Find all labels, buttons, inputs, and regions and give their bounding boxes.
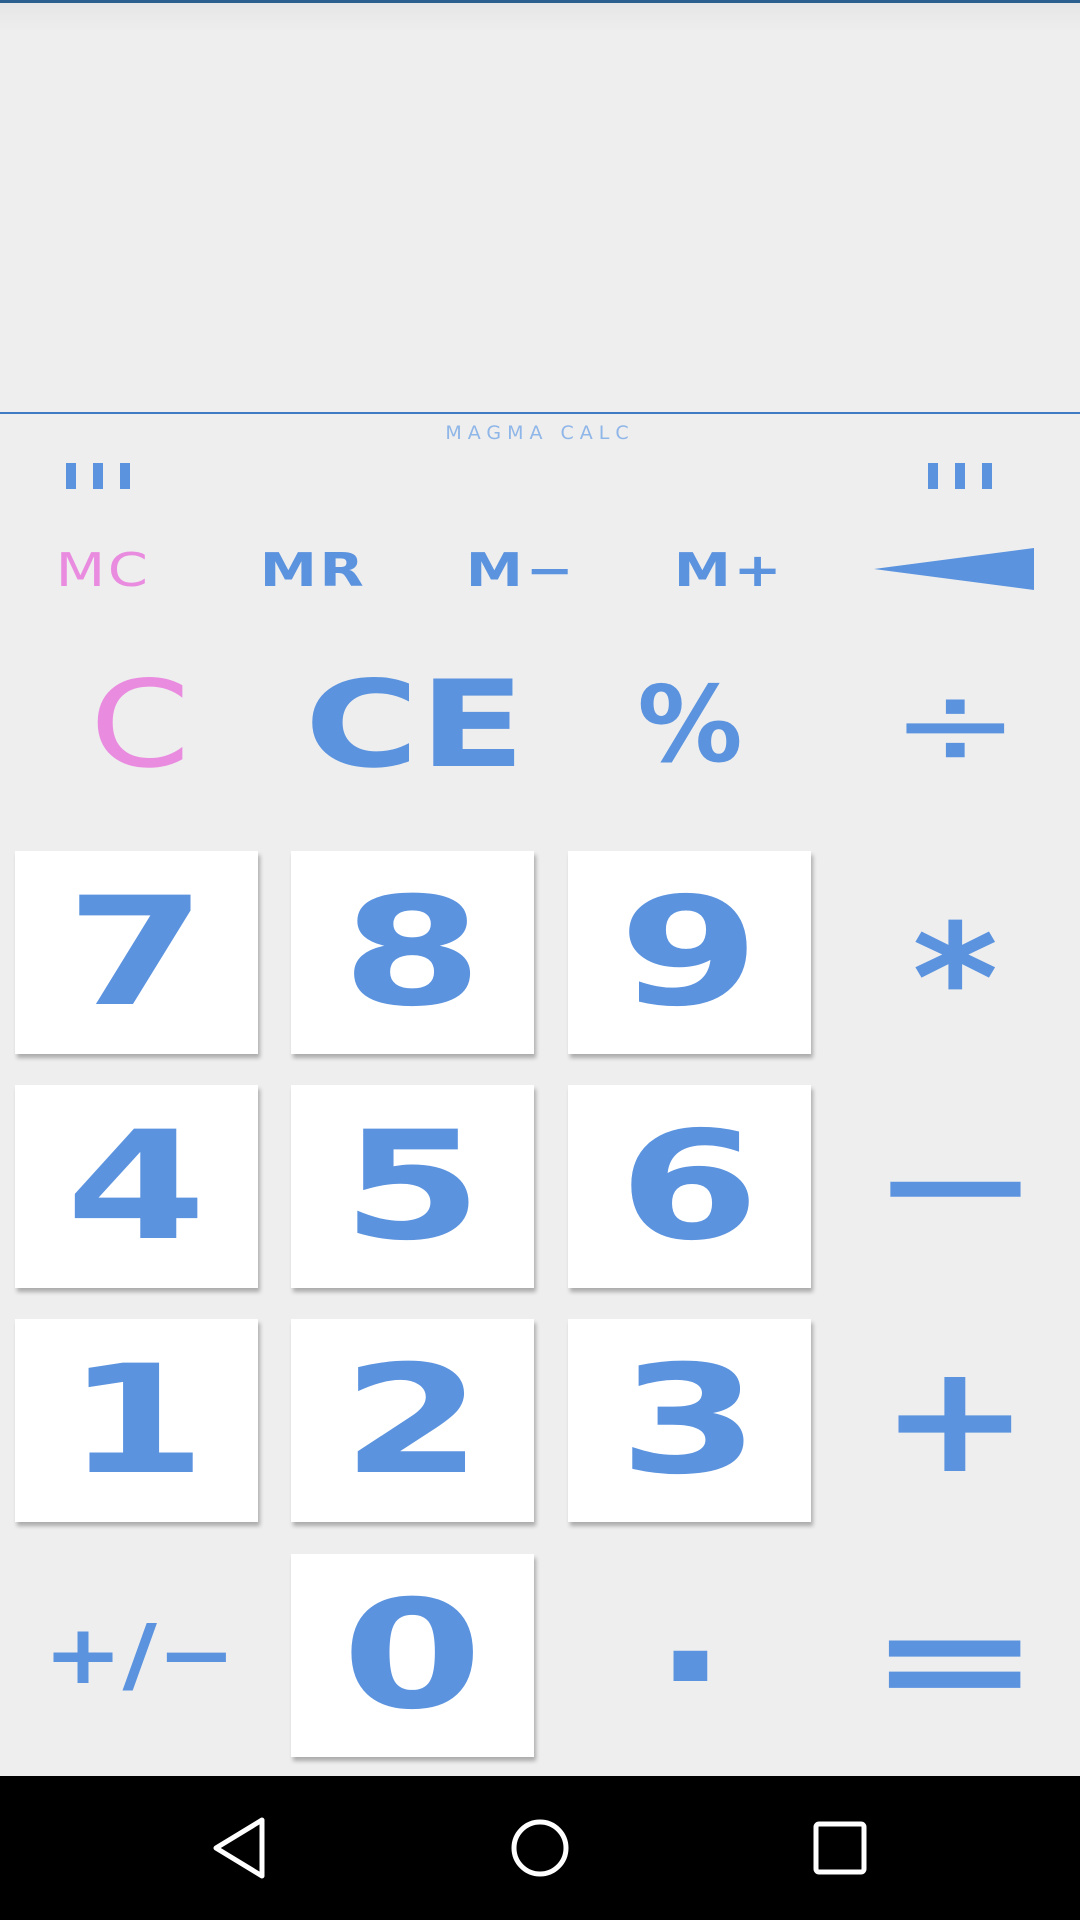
digit-2-button[interactable]: 2 xyxy=(291,1319,534,1522)
home-circle-icon xyxy=(511,1819,569,1877)
calculator-app: MAGMA CALC MC MR M− M+ C CE % ÷ 7 8 9 * … xyxy=(0,0,1080,1920)
digit-8-button[interactable]: 8 xyxy=(291,851,534,1054)
decimal-button[interactable]: . xyxy=(610,1532,770,1720)
minus-label: − xyxy=(867,1109,1043,1261)
plus-button[interactable]: + xyxy=(880,1333,1031,1507)
digit-8-label: 8 xyxy=(342,865,483,1040)
nav-recents-button[interactable] xyxy=(804,1812,876,1884)
memory-add-button[interactable]: M+ xyxy=(660,540,798,600)
minus-button[interactable]: − xyxy=(868,1109,1042,1261)
memory-recall-button[interactable]: MR xyxy=(244,540,382,600)
digit-1-label: 1 xyxy=(66,1333,207,1508)
equals-button[interactable]: = xyxy=(867,1579,1043,1742)
recents-square-icon xyxy=(813,1821,867,1875)
digit-3-button[interactable]: 3 xyxy=(568,1319,811,1522)
digit-4-button[interactable]: 4 xyxy=(15,1085,258,1288)
digit-5-label: 5 xyxy=(342,1099,483,1274)
brand-label: MAGMA CALC xyxy=(445,422,635,444)
divide-label: ÷ xyxy=(889,655,1021,795)
plus-minus-label: +/− xyxy=(43,1607,237,1703)
digit-2-label: 2 xyxy=(342,1333,483,1508)
nav-home-button[interactable] xyxy=(504,1812,576,1884)
tick-marks-icon xyxy=(928,463,992,489)
multiply-label: * xyxy=(911,893,999,1067)
digit-0-button[interactable]: 0 xyxy=(291,1554,534,1757)
digit-5-button[interactable]: 5 xyxy=(291,1085,534,1288)
digit-9-button[interactable]: 9 xyxy=(568,851,811,1054)
clear-button[interactable]: C xyxy=(60,656,220,795)
plus-label: + xyxy=(879,1333,1031,1507)
percent-button[interactable]: % xyxy=(610,660,770,790)
backspace-button[interactable] xyxy=(874,548,1034,590)
clear-entry-button[interactable]: CE xyxy=(300,656,530,795)
divide-button[interactable]: ÷ xyxy=(880,656,1030,795)
result-display xyxy=(0,3,1080,414)
digit-9-label: 9 xyxy=(619,865,760,1040)
back-triangle-icon xyxy=(213,1817,265,1879)
percent-label: % xyxy=(637,664,743,786)
backspace-wedge-icon xyxy=(874,548,1034,590)
digit-4-label: 4 xyxy=(66,1099,207,1274)
clear-label: C xyxy=(89,655,191,795)
multiply-button[interactable]: * xyxy=(880,880,1030,1067)
memory-clear-button[interactable]: MC xyxy=(34,540,172,600)
plus-minus-button[interactable]: +/− xyxy=(30,1590,250,1720)
digit-0-label: 0 xyxy=(342,1568,483,1743)
digit-7-button[interactable]: 7 xyxy=(15,851,258,1054)
tick-marks-icon xyxy=(66,463,130,489)
decimal-label: . xyxy=(653,1531,727,1719)
clear-entry-label: CE xyxy=(304,655,526,795)
equals-label: = xyxy=(867,1578,1043,1742)
digit-3-label: 3 xyxy=(619,1333,760,1508)
nav-back-button[interactable] xyxy=(206,1812,278,1884)
navigation-bar xyxy=(0,1776,1080,1920)
digit-1-button[interactable]: 1 xyxy=(15,1319,258,1522)
digit-6-button[interactable]: 6 xyxy=(568,1085,811,1288)
digit-6-label: 6 xyxy=(619,1099,760,1274)
memory-subtract-button[interactable]: M− xyxy=(452,540,590,600)
digit-7-label: 7 xyxy=(66,865,207,1040)
